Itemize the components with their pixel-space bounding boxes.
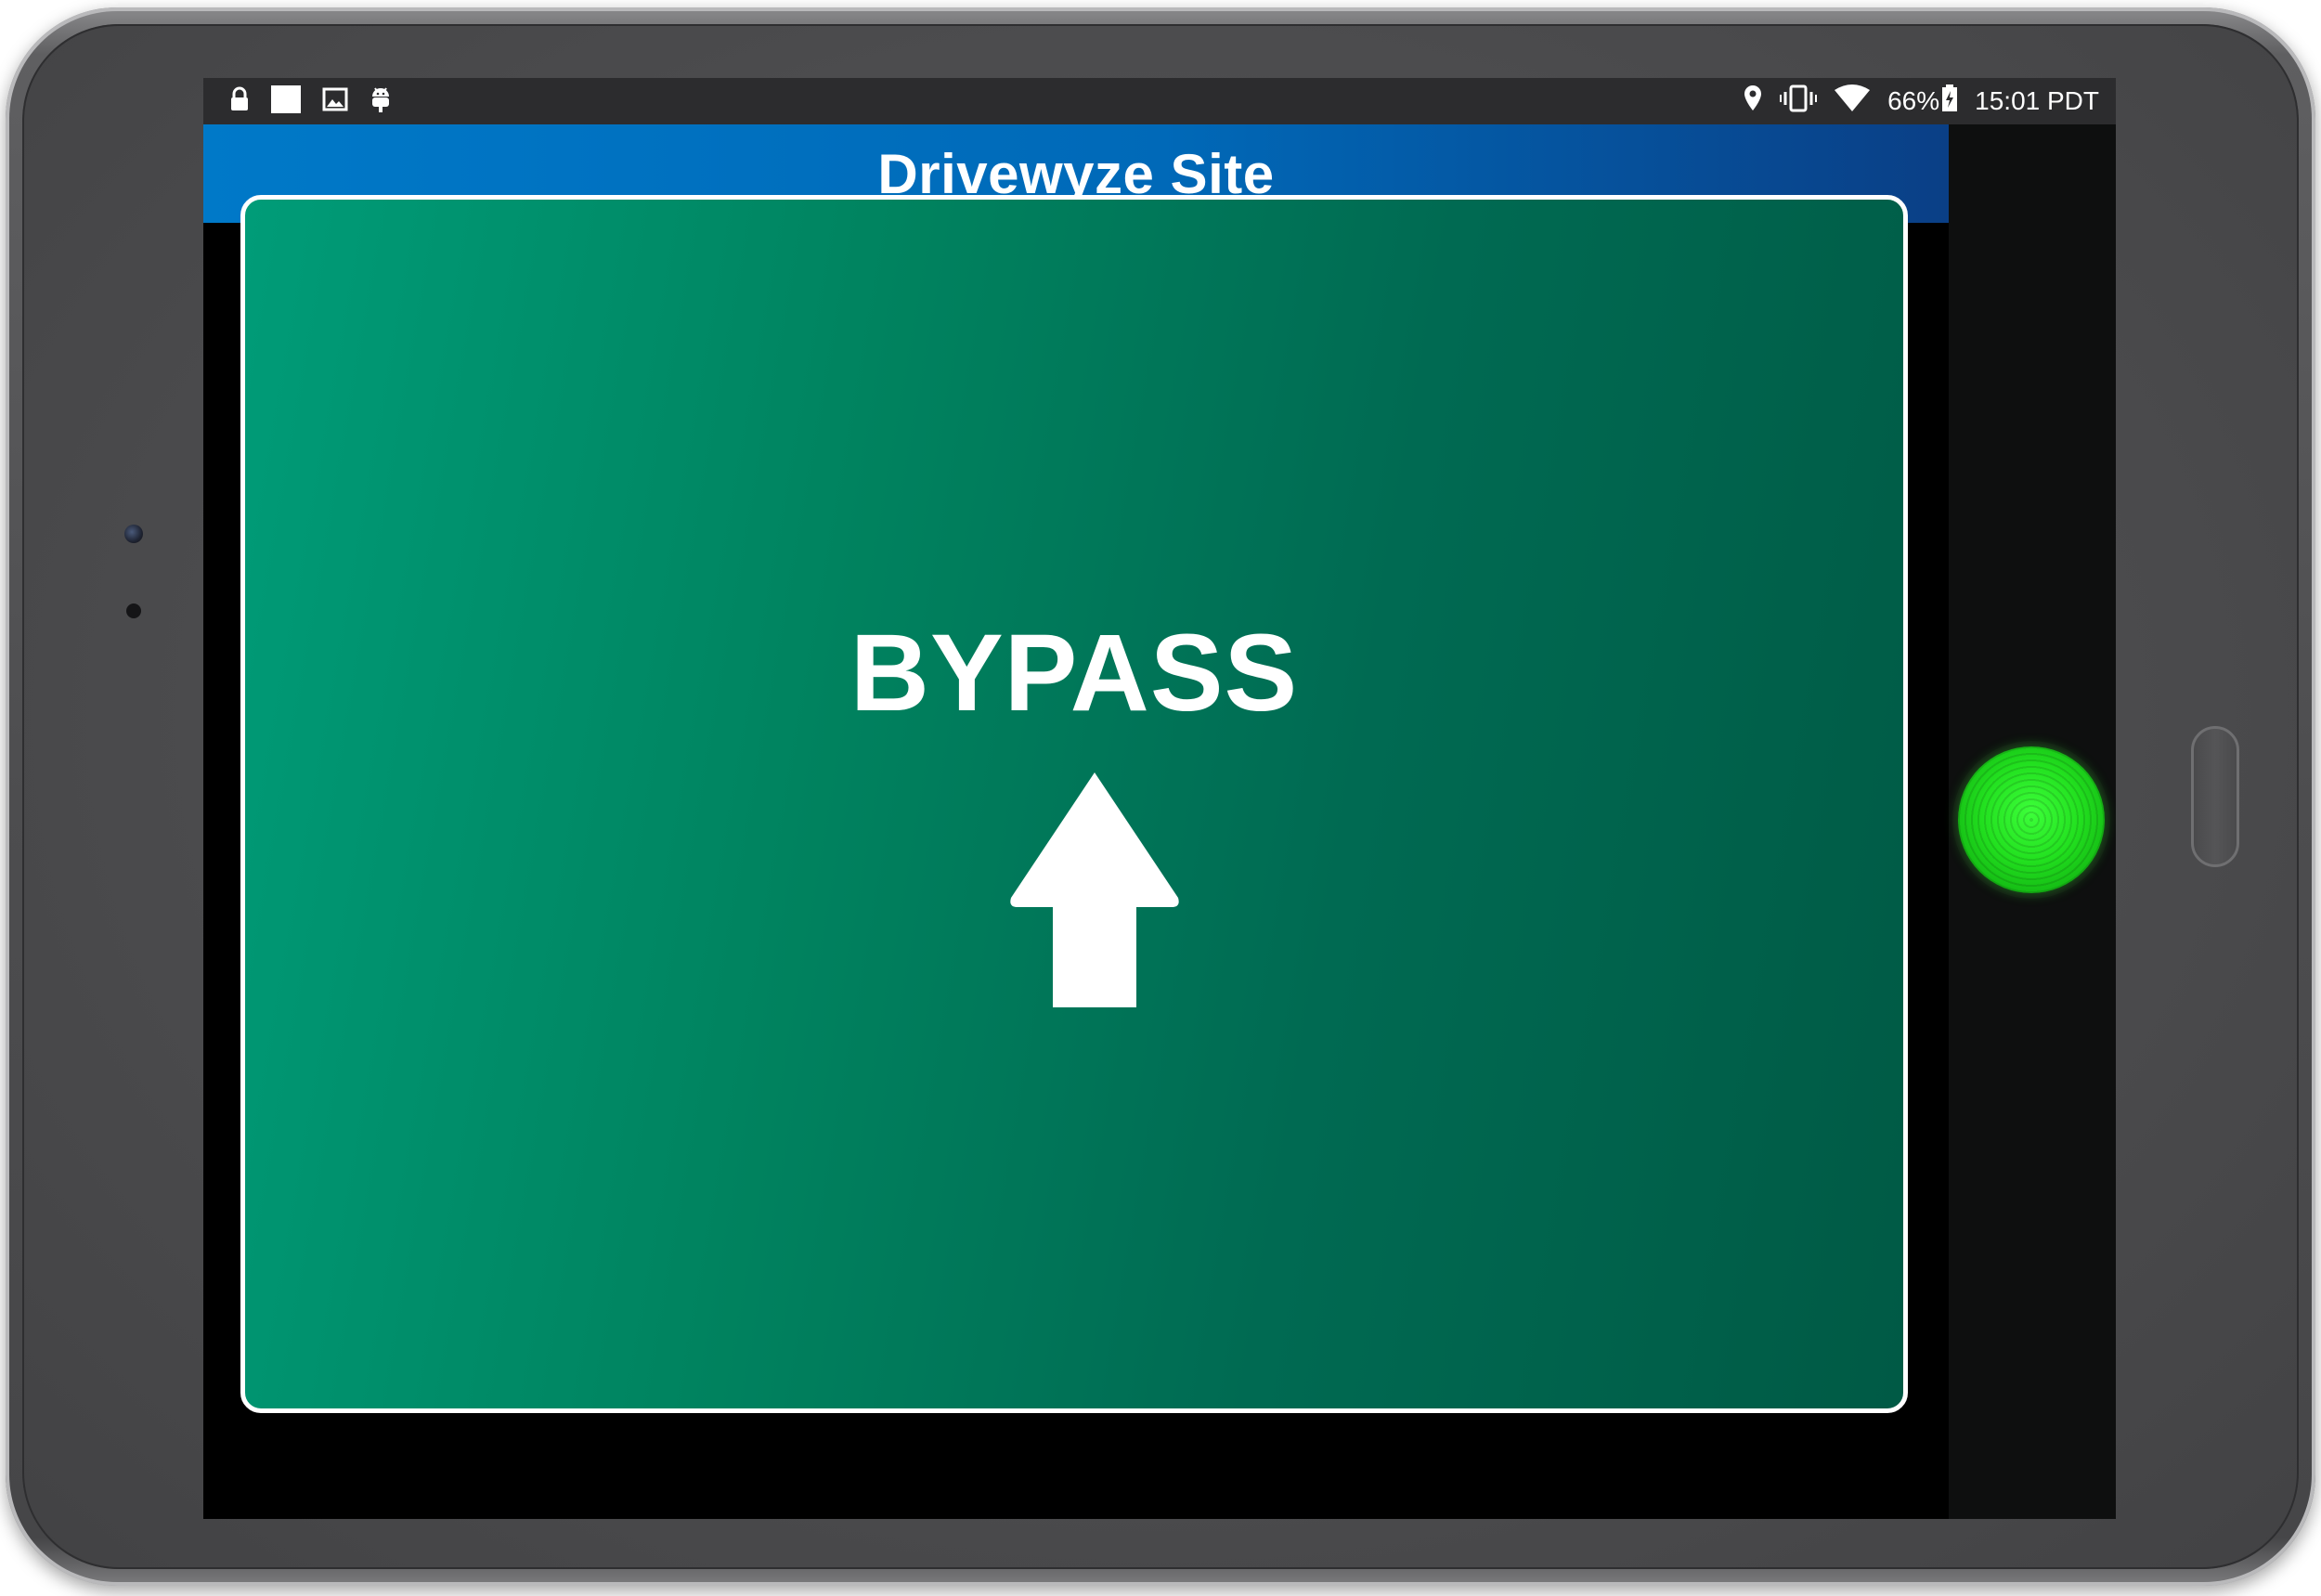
- sign-label: BYPASS: [849, 612, 1299, 734]
- status-clock: 15:01 PDT: [1975, 86, 2099, 115]
- up-arrow-icon: [1010, 772, 1179, 1007]
- home-button[interactable]: [2191, 726, 2239, 867]
- lock-icon: [229, 86, 250, 117]
- status-bar: 66% 15:01 PDT: [203, 78, 2116, 124]
- location-icon: [1743, 84, 1763, 119]
- status-bar-right-icons: 66% 15:01 PDT: [1743, 78, 2099, 124]
- device-frame-stage: 66% 15:01 PDT Drivewyze Site BYPASS: [0, 0, 2321, 1596]
- wifi-icon: [1834, 84, 1871, 119]
- vibrate-icon: [1780, 84, 1818, 119]
- image-icon: [322, 87, 348, 116]
- battery-percentage: 66%: [1887, 86, 1940, 115]
- front-camera-icon: [124, 525, 143, 543]
- battery-charging-icon: [1941, 84, 1958, 119]
- status-bar-left-icons: [229, 84, 393, 119]
- white-square-icon: [270, 84, 302, 119]
- status-indicator-light: [1958, 746, 2105, 893]
- light-sensor-icon: [126, 603, 141, 618]
- android-icon: [369, 85, 393, 118]
- bypass-sign: BYPASS: [240, 195, 1908, 1413]
- device-screen: 66% 15:01 PDT Drivewyze Site BYPASS: [203, 78, 2116, 1519]
